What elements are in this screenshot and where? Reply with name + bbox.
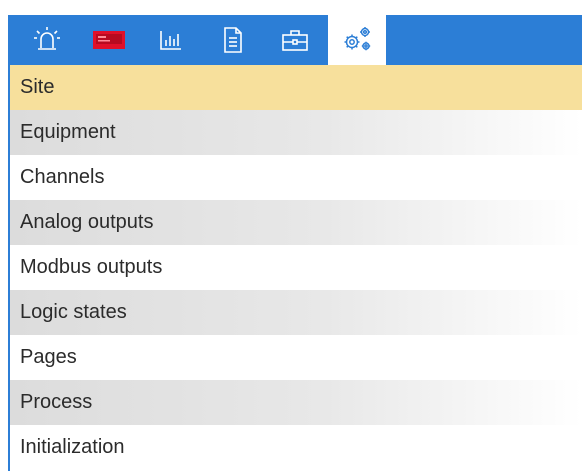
menu-item-modbus-outputs[interactable]: Modbus outputs [10, 245, 582, 290]
menu-item-equipment[interactable]: Equipment [10, 110, 582, 155]
app-window: Site Equipment Channels Analog outputs M… [0, 0, 582, 471]
report-button[interactable] [204, 15, 262, 65]
menu-item-pages[interactable]: Pages [10, 335, 582, 380]
charts-button[interactable] [142, 15, 200, 65]
bar-chart-icon [160, 31, 181, 50]
menu-item-initialization[interactable]: Initialization [10, 425, 582, 470]
menu-item-channels[interactable]: Channels [10, 155, 582, 200]
menu-item-analog-outputs[interactable]: Analog outputs [10, 200, 582, 245]
toolbox-icon [282, 30, 308, 51]
maintenance-button[interactable] [266, 15, 324, 65]
toolbar [0, 0, 582, 73]
display-screen-icon [93, 31, 125, 49]
menu-item-process[interactable]: Process [10, 380, 582, 425]
display-button[interactable] [80, 15, 138, 65]
settings-button[interactable] [328, 15, 386, 65]
alarm-button[interactable] [18, 15, 76, 65]
document-icon [224, 27, 242, 53]
alarm-icon [34, 27, 60, 50]
gears-icon [344, 27, 371, 51]
settings-menu: Site Equipment Channels Analog outputs M… [8, 65, 582, 471]
menu-item-logic-states[interactable]: Logic states [10, 290, 582, 335]
menu-item-site[interactable]: Site [10, 65, 582, 110]
toolbar-bar [8, 15, 582, 65]
